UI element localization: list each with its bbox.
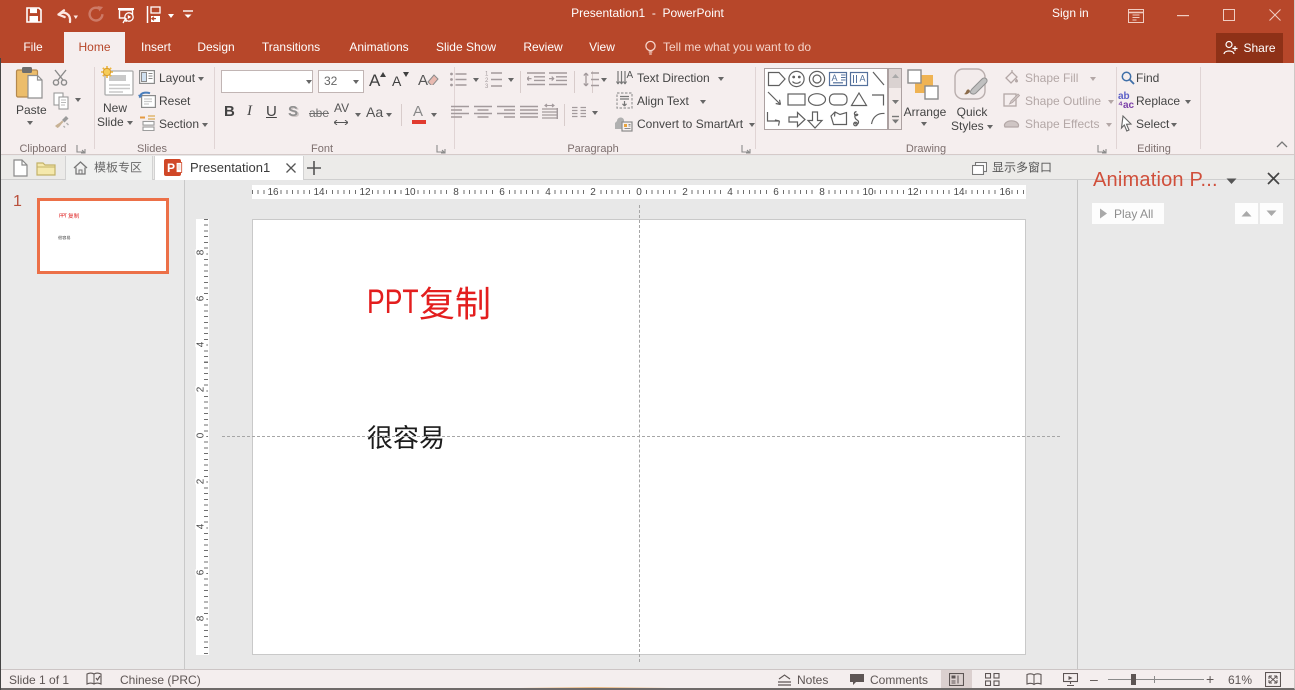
svg-text:A: A	[627, 70, 634, 81]
svg-text:1: 1	[485, 72, 489, 78]
svg-text:3: 3	[485, 84, 489, 88]
svg-text:A: A	[860, 74, 866, 84]
svg-text:PPT: PPT	[59, 214, 68, 220]
svg-text:P: P	[167, 161, 175, 175]
svg-text:A: A	[832, 73, 838, 83]
